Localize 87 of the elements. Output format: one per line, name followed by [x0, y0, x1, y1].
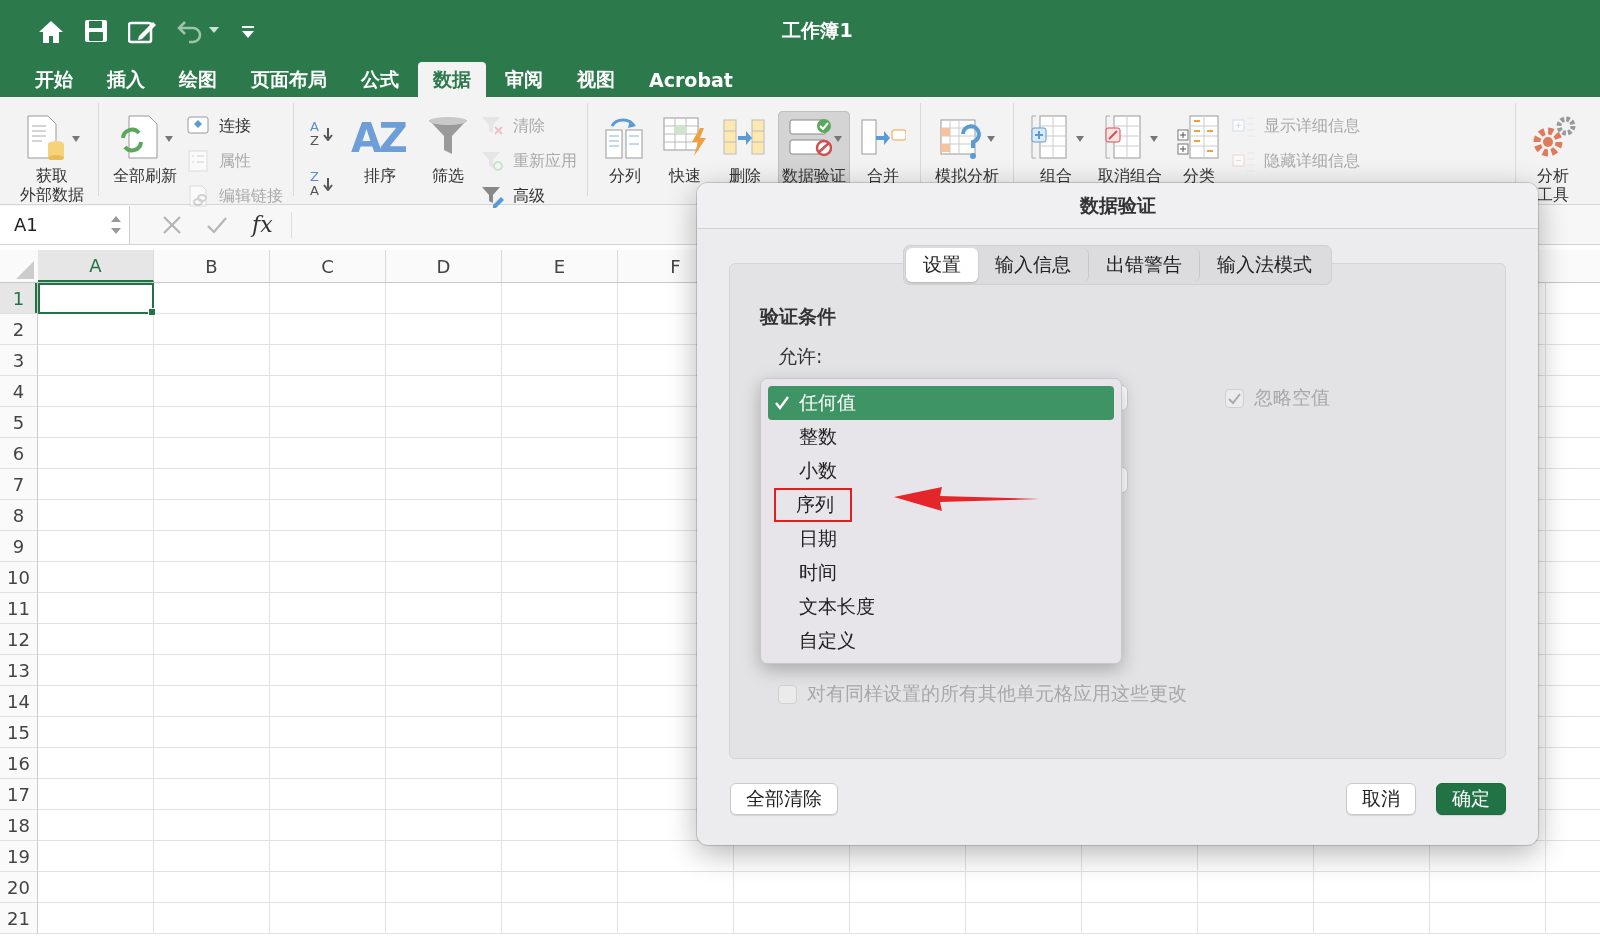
checkbox-label: 对有同样设置的所有其他单元格应用这些更改: [807, 681, 1187, 706]
cancel-icon[interactable]: [162, 214, 182, 235]
ribbon-tab[interactable]: 视图: [562, 62, 630, 97]
ribbon-button[interactable]: 快速: [657, 111, 712, 188]
checkmark-icon: [774, 395, 790, 410]
menu-item[interactable]: 时间: [768, 556, 1114, 590]
dialog-tab[interactable]: 设置: [906, 248, 978, 282]
column-header[interactable]: D: [386, 250, 502, 282]
column-header[interactable]: B: [154, 250, 270, 282]
dialog-tab[interactable]: 出错警告: [1089, 248, 1200, 282]
down-arrow-icon: [322, 127, 333, 141]
collapse-minus-icon: [1231, 149, 1256, 174]
menu-item[interactable]: 任何值: [768, 386, 1114, 420]
ribbon-button[interactable]: 分列: [597, 111, 652, 188]
row-header[interactable]: 16: [0, 748, 37, 779]
ribbon-small-button[interactable]: 高级: [480, 183, 577, 210]
ribbon-tab[interactable]: 插入: [92, 62, 160, 97]
menu-item[interactable]: 日期: [768, 522, 1114, 556]
row-header[interactable]: 15: [0, 717, 37, 748]
dialog-title: 数据验证: [1079, 192, 1156, 218]
menu-item[interactable]: 小数: [768, 454, 1114, 488]
undo-icon[interactable]: [177, 18, 221, 44]
window-title: 工作簿1: [781, 19, 853, 41]
selected-cell[interactable]: [38, 283, 154, 314]
funnel-refresh-icon: [480, 149, 505, 174]
column-header[interactable]: A: [38, 250, 154, 282]
row-header[interactable]: 12: [0, 624, 37, 655]
cancel-button[interactable]: 取消: [1346, 783, 1416, 815]
sort-order-button[interactable]: Z A: [304, 163, 339, 205]
customize-toolbar-icon[interactable]: [241, 24, 255, 38]
subtotal-icon: [1175, 114, 1222, 160]
save-icon[interactable]: [84, 19, 108, 43]
clear-all-button[interactable]: 全部清除: [730, 783, 838, 815]
down-arrow-icon: [322, 177, 333, 191]
ribbon-tab[interactable]: 公式: [346, 62, 414, 97]
home-icon[interactable]: [38, 18, 64, 44]
ribbon-tab[interactable]: 审阅: [490, 62, 558, 97]
ribbon-button[interactable]: 获取 外部数据: [16, 111, 88, 207]
properties-icon: [187, 149, 211, 174]
dialog-tab[interactable]: 输入信息: [978, 248, 1089, 282]
insert-function-button[interactable]: fx: [252, 212, 273, 237]
row-header[interactable]: 20: [0, 872, 37, 903]
row-header[interactable]: 11: [0, 593, 37, 624]
ribbon-tab[interactable]: Acrobat: [634, 62, 748, 97]
ribbon-button[interactable]: 删除: [717, 111, 772, 188]
row-header[interactable]: 8: [0, 500, 37, 531]
row-header[interactable]: 19: [0, 841, 37, 872]
column-header[interactable]: C: [270, 250, 386, 282]
funnel-pencil-icon: [480, 184, 505, 209]
sort-order-button[interactable]: A Z: [304, 113, 339, 155]
name-box[interactable]: A1: [0, 205, 130, 244]
row-header[interactable]: 18: [0, 810, 37, 841]
ribbon-button[interactable]: 全部刷新: [109, 111, 181, 188]
row-header[interactable]: 2: [0, 314, 37, 345]
row-header[interactable]: 13: [0, 655, 37, 686]
row-header[interactable]: 5: [0, 407, 37, 438]
row-header[interactable]: 7: [0, 469, 37, 500]
row-header[interactable]: 6: [0, 438, 37, 469]
row-header[interactable]: 17: [0, 779, 37, 810]
row-header[interactable]: 21: [0, 903, 37, 934]
ok-button[interactable]: 确定: [1436, 783, 1506, 815]
menu-item[interactable]: 文本长度: [768, 590, 1114, 624]
ribbon-button[interactable]: 合并: [855, 111, 910, 188]
ribbon-button[interactable]: AZ 排序: [344, 111, 415, 188]
row-header[interactable]: 4: [0, 376, 37, 407]
menu-item[interactable]: 整数: [768, 420, 1114, 454]
field-label: 允许:: [778, 344, 823, 369]
menu-item[interactable]: 自定义: [768, 624, 1114, 658]
checkbox-label: 忽略空值: [1254, 385, 1330, 410]
ribbon-small-button[interactable]: 连接: [187, 113, 283, 140]
row-header[interactable]: 14: [0, 686, 37, 717]
menu-item[interactable]: 序列: [768, 488, 1114, 522]
ribbon-button[interactable]: 筛选: [420, 111, 475, 188]
ribbon-tab[interactable]: 数据: [418, 62, 486, 97]
row-header[interactable]: 9: [0, 531, 37, 562]
row-header[interactable]: 3: [0, 345, 37, 376]
ribbon-tab[interactable]: 开始: [20, 62, 88, 97]
select-all-icon[interactable]: [16, 261, 34, 279]
column-header[interactable]: E: [502, 250, 618, 282]
row-header[interactable]: 1: [0, 283, 37, 314]
ribbon-tab[interactable]: 页面布局: [236, 62, 342, 97]
check-icon: [1227, 391, 1242, 405]
section-title: 验证条件: [760, 304, 837, 329]
expand-plus-icon: [1231, 114, 1256, 139]
ribbon-tab[interactable]: 绘图: [164, 62, 232, 97]
row-header[interactable]: 10: [0, 562, 37, 593]
dialog-tab[interactable]: 输入法模式: [1200, 248, 1329, 282]
